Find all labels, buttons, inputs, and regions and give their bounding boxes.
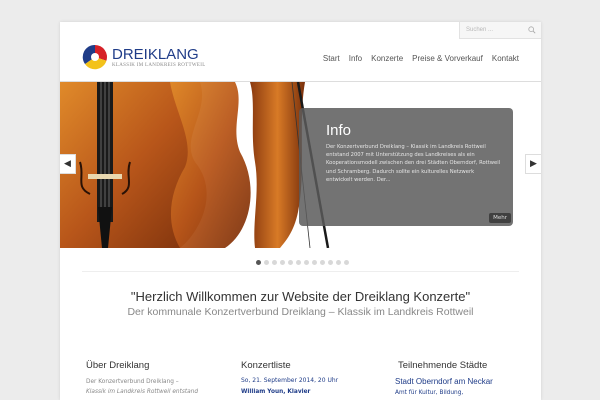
divider: [82, 271, 519, 272]
slider-dot[interactable]: [336, 260, 341, 265]
column-cities-title: Teilnehmende Städte: [398, 360, 488, 371]
main-nav: Start Info Konzerte Preise & Vorverkauf …: [323, 54, 519, 63]
site-logo[interactable]: DREIKLANG KLASSIK IM LANDKREIS ROTTWEIL: [82, 42, 206, 72]
column-about-line2: Klassik im Landkreis Rottweil entstand: [86, 389, 199, 395]
column-about-line1: Der Konzertverbund Dreiklang –: [86, 379, 179, 385]
slider-pagination: [256, 260, 349, 265]
slider-dot[interactable]: [280, 260, 285, 265]
welcome-subheadline: Der kommunale Konzertverbund Dreiklang –…: [127, 306, 474, 318]
nav-start[interactable]: Start: [323, 54, 340, 63]
search-placeholder: Suchen ...: [466, 27, 494, 33]
slider-dot[interactable]: [256, 260, 261, 265]
more-button[interactable]: Mehr: [489, 213, 511, 223]
slider-dot[interactable]: [320, 260, 325, 265]
concert-date-link[interactable]: So, 21. September 2014, 20 Uhr: [241, 377, 371, 384]
page-container: Suchen ... DREIKLANG KLASSIK IM LANDKREI…: [60, 22, 541, 400]
nav-info[interactable]: Info: [349, 54, 362, 63]
slider-dot[interactable]: [296, 260, 301, 265]
slider-dot[interactable]: [288, 260, 293, 265]
column-about-title: Über Dreiklang: [86, 360, 150, 371]
hero-slider[interactable]: Info Der Konzertverbund Dreiklang – Klas…: [60, 81, 541, 248]
column-concerts-title: Konzertliste: [241, 360, 291, 371]
slider-next-button[interactable]: ▶: [525, 154, 541, 174]
slider-dot[interactable]: [272, 260, 277, 265]
welcome-headline: "Herzlich Willkommen zur Website der Dre…: [130, 289, 471, 304]
column-about: Über Dreiklang Der Konzertverbund Dreikl…: [86, 360, 216, 397]
slide-info-box: Info Der Konzertverbund Dreiklang – Klas…: [299, 108, 513, 226]
slider-dot[interactable]: [304, 260, 309, 265]
chevron-left-icon: ◀: [64, 159, 71, 169]
search-icon[interactable]: [528, 26, 536, 34]
chevron-right-icon: ▶: [530, 159, 537, 169]
logo-mark-icon: [82, 44, 107, 70]
nav-konzerte[interactable]: Konzerte: [371, 54, 403, 63]
nav-kontakt[interactable]: Kontakt: [492, 54, 519, 63]
slider-prev-button[interactable]: ◀: [60, 154, 76, 174]
concert-artist[interactable]: William Youn, Klavier: [241, 389, 371, 395]
city-link-oberndorf[interactable]: Stadt Oberndorf am Neckar: [395, 377, 535, 386]
slide-text: Der Konzertverbund Dreiklang – Klassik i…: [326, 144, 501, 183]
slider-dot[interactable]: [344, 260, 349, 265]
column-concerts: Konzertliste So, 21. September 2014, 20 …: [241, 360, 371, 395]
city-detail: Amt für Kultur, Bildung,: [395, 390, 464, 396]
nav-preise-vorverkauf[interactable]: Preise & Vorverkauf: [412, 54, 483, 63]
slider-dot[interactable]: [312, 260, 317, 265]
slider-dot[interactable]: [328, 260, 333, 265]
slide-title: Info: [326, 122, 352, 139]
logo-subtitle: KLASSIK IM LANDKREIS ROTTWEIL: [112, 62, 206, 68]
logo-name: DREIKLANG: [112, 45, 199, 63]
slider-dot[interactable]: [264, 260, 269, 265]
column-cities: Teilnehmende Städte Stadt Oberndorf am N…: [395, 360, 535, 396]
search-input[interactable]: Suchen ...: [459, 22, 541, 39]
